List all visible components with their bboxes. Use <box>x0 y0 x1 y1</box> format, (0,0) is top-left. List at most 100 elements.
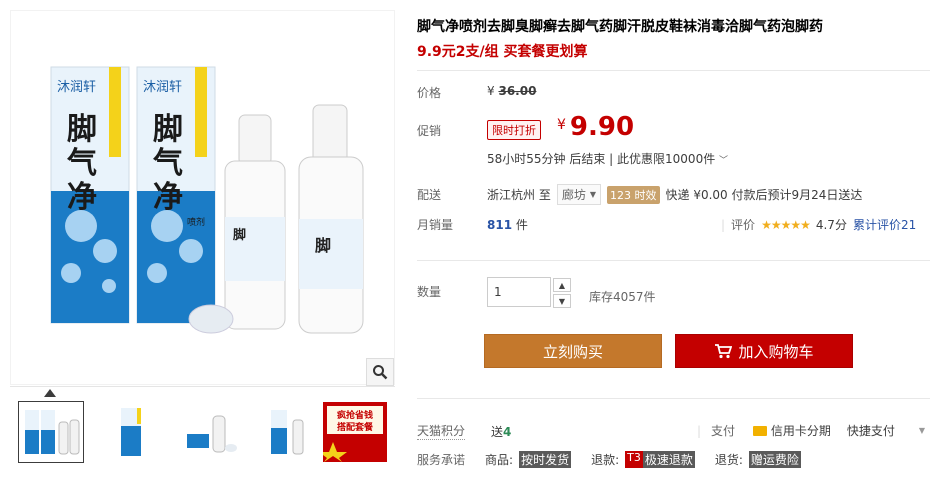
thumb1-image <box>25 410 80 455</box>
return-shipping-insurance-badge[interactable]: 赠运费险 <box>748 451 801 468</box>
payment-row: | 支付 信用卡分期 快捷支付 ▼ <box>697 422 925 439</box>
chevron-down-icon[interactable]: ▼ <box>919 426 925 435</box>
product-illustration: 沐润轩 脚 气 净 沐润轩 脚 气 净 喷剂 脚 脚 <box>50 66 364 334</box>
active-thumb-arrow <box>44 389 56 397</box>
zoom-button[interactable] <box>366 358 394 386</box>
divider <box>417 398 930 399</box>
service-row: 服务承诺 商品: 按时发货 退款: T3 极速退款 退货: 赠运费险 <box>417 451 801 468</box>
payment-label: 支付 <box>711 424 736 438</box>
original-price-currency: ¥ <box>487 84 495 98</box>
product-box-2: 沐润轩 脚 气 净 喷剂 <box>136 66 216 324</box>
tmall-points-row: 天猫积分 送4 <box>417 422 511 440</box>
countdown-text: 58小时55分钟 后结束 | 此优惠限10000件 <box>487 152 716 166</box>
shipping-label: 配送 <box>417 188 442 202</box>
spray-bottle-2: 脚 <box>298 104 364 334</box>
add-to-cart-label: 加入购物车 <box>738 342 814 361</box>
quantity-increase-button[interactable]: ▲ <box>553 278 571 292</box>
separator: | <box>721 217 726 232</box>
box2-name-3: 净 <box>153 180 183 215</box>
thumbnail-3[interactable] <box>178 401 244 463</box>
box2-name-2: 气 <box>153 146 183 181</box>
chevron-down-icon: ▼ <box>589 190 596 199</box>
ship-destination-select[interactable]: 廊坊 ▼ <box>556 184 601 205</box>
separator: | <box>697 423 702 438</box>
promo-countdown[interactable]: 58小时55分钟 后结束 | 此优惠限10000件 ﹀ <box>487 150 728 167</box>
express-info: 快递 ¥0.00 付款后预计9月24日送达 <box>665 188 863 202</box>
divider <box>417 70 930 71</box>
box2-spray-label: 喷剂 <box>187 216 205 228</box>
points-value: 送4 <box>491 423 511 440</box>
thumb5-image: 疯抢省钱 搭配套餐 <box>323 402 387 462</box>
add-to-cart-button[interactable]: 加入购物车 <box>675 334 853 368</box>
thumb3-image <box>187 415 237 453</box>
sales-label: 月销量 <box>417 218 454 232</box>
stock-count: 库存4057件 <box>589 290 656 304</box>
refund-badge[interactable]: T3 极速退款 <box>625 451 695 468</box>
quantity-input[interactable]: 1 <box>487 277 551 307</box>
promo-price-currency: ¥ <box>557 117 566 133</box>
box2-name-1: 脚 <box>153 112 183 147</box>
chevron-up-icon: ▲ <box>558 280 566 290</box>
promo-label: 促销 <box>417 124 442 138</box>
product-title: 脚气净喷剂去脚臭脚癣去脚气药脚汗脱皮鞋袜消毒洽脚气药泡脚药 <box>417 19 823 35</box>
price-label: 价格 <box>417 86 442 100</box>
shipping-row: 浙江杭州 至 廊坊 ▼ 123 时效 快递 ¥0.00 付款后预计9月24日送达 <box>487 184 862 205</box>
thumb2-image <box>121 408 141 456</box>
product-subtitle: 9.9元2支/组 买套餐更划算 <box>417 44 588 60</box>
delivery-speed-tag: 123 时效 <box>607 185 660 204</box>
review-count[interactable]: 累计评价21 <box>853 216 916 233</box>
box1-name-3: 净 <box>67 180 97 215</box>
promo-tag: 限时打折 <box>487 120 541 140</box>
chevron-down-icon: ﹀ <box>719 156 729 166</box>
original-price-amount: 36.00 <box>498 84 537 98</box>
buy-now-button[interactable]: 立刻购买 <box>484 334 662 368</box>
thumbnail-4[interactable] <box>258 401 324 463</box>
thumb4-image <box>271 410 304 455</box>
promo-price: ¥9.90 <box>557 112 634 142</box>
chevron-down-icon: ▼ <box>558 296 566 306</box>
return-label: 退货: <box>714 453 743 467</box>
rating-stars-icon: ★★★★★ <box>761 217 811 232</box>
t3-badge: T3 <box>625 451 643 468</box>
product-info: 脚气净喷剂去脚臭脚癣去脚气药脚汗脱皮鞋袜消毒洽脚气药泡脚药 9.9元2支/组 买… <box>417 0 930 481</box>
promo-price-amount: 9.90 <box>569 112 635 142</box>
thumbnail-1[interactable] <box>18 401 84 463</box>
points-prefix: 送 <box>491 424 504 439</box>
refund-label: 退款: <box>591 453 620 467</box>
monthly-sales: 811 件 <box>487 216 528 233</box>
service-label: 服务承诺 <box>417 453 466 467</box>
box1-name-2: 气 <box>67 146 97 181</box>
goods-label: 商品: <box>485 453 514 467</box>
review-label: 评价 <box>731 218 756 232</box>
product-gallery: 沐润轩 脚 气 净 沐润轩 脚 气 净 喷剂 脚 脚 疯抢省钱 搭配套餐 <box>0 0 400 481</box>
rating-value: 4.7分 <box>815 218 847 232</box>
box2-brand: 沐润轩 <box>143 80 182 95</box>
ship-from: 浙江杭州 至 <box>487 188 551 202</box>
main-product-image[interactable]: 沐润轩 脚 气 净 沐润轩 脚 气 净 喷剂 脚 脚 <box>10 10 395 385</box>
thumbnail-5[interactable]: 疯抢省钱 搭配套餐 <box>322 401 388 463</box>
thumb5-line2: 搭配套餐 <box>337 421 374 433</box>
credit-installment-label: 信用卡分期 <box>770 424 831 438</box>
quantity-decrease-button[interactable]: ▼ <box>553 294 571 308</box>
divider <box>417 260 930 261</box>
thumbnail-2[interactable] <box>98 401 164 463</box>
quick-pay[interactable]: 快捷支付 <box>847 422 895 439</box>
magnifier-icon <box>373 365 388 380</box>
ship-destination: 廊坊 <box>561 188 586 202</box>
sales-unit: 件 <box>515 218 528 232</box>
sales-count: 811 <box>487 218 513 232</box>
credit-card-icon <box>753 426 768 436</box>
credit-installment[interactable]: 信用卡分期 <box>753 422 831 439</box>
bottle1-name: 脚 <box>233 227 246 243</box>
bottle2-name: 脚 <box>315 236 331 255</box>
thumb5-line1: 疯抢省钱 <box>337 409 373 421</box>
quantity-label: 数量 <box>417 285 442 299</box>
review-summary[interactable]: | 评价 ★★★★★ 4.7分 累计评价21 <box>721 216 916 233</box>
fast-refund-badge: 极速退款 <box>642 451 695 468</box>
cart-icon <box>715 344 733 359</box>
on-time-shipping-badge[interactable]: 按时发货 <box>519 451 572 468</box>
original-price: ¥ 36.00 <box>487 84 536 98</box>
box1-name-1: 脚 <box>67 112 97 147</box>
points-number: 4 <box>503 424 512 439</box>
points-label[interactable]: 天猫积分 <box>417 422 466 440</box>
